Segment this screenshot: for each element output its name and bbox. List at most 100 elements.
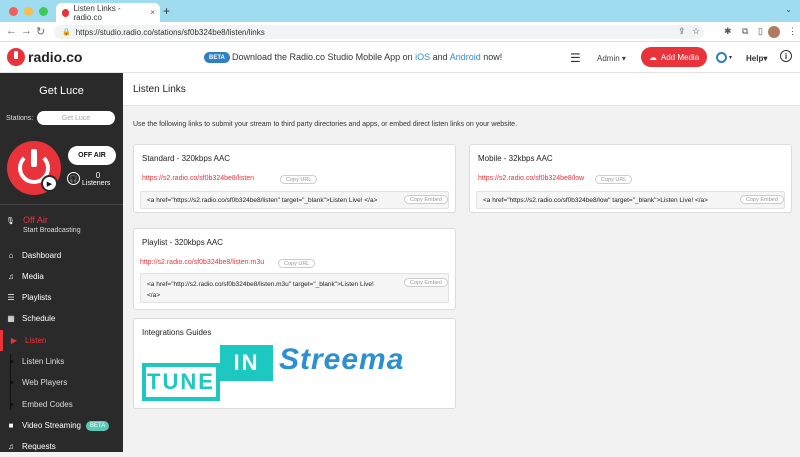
submenu-dot bbox=[0, 403, 22, 406]
copy-embed-button[interactable]: Copy Embed bbox=[404, 195, 448, 204]
reload-icon[interactable]: ↻ bbox=[36, 25, 45, 38]
window-minimize-dot[interactable] bbox=[24, 7, 33, 16]
window-close-dot[interactable] bbox=[9, 7, 18, 16]
sidebar-item-listen[interactable]: ▶ Listen bbox=[0, 330, 123, 351]
power-bar-icon bbox=[31, 149, 37, 167]
sidebar-divider bbox=[0, 204, 123, 205]
radioco-logo[interactable]: radio.co bbox=[7, 48, 82, 66]
tunein-logo[interactable]: TUNE IN bbox=[142, 345, 273, 401]
play-icon: ▶ bbox=[46, 180, 53, 188]
music-note-icon: ♫ bbox=[8, 272, 14, 281]
sidebar-item-media[interactable]: ♫ Media bbox=[0, 266, 123, 287]
copy-embed-button[interactable]: Copy Embed bbox=[404, 278, 448, 287]
address-url: https://studio.radio.co/stations/sf0b324… bbox=[75, 27, 265, 37]
forward-icon[interactable]: → bbox=[21, 25, 32, 37]
admin-dropdown[interactable]: Admin ▾ bbox=[597, 54, 626, 63]
stream-url-link[interactable]: https://s2.radio.co/sf0b324be8/listen bbox=[142, 175, 254, 182]
info-icon[interactable]: i bbox=[780, 50, 792, 62]
bookmark-star-icon[interactable]: ☆ bbox=[692, 26, 700, 37]
broadcast-status[interactable]: 🎙 Off Air Start Broadcasting bbox=[0, 211, 123, 241]
card-title: Mobile - 32kbps AAC bbox=[478, 154, 553, 163]
new-tab-icon[interactable]: + bbox=[163, 4, 170, 18]
calendar-icon: ▦ bbox=[7, 314, 15, 323]
embed-code-box[interactable]: <a href="https://s2.radio.co/sf0b324be8/… bbox=[476, 191, 785, 209]
stations-label: Stations: bbox=[6, 115, 34, 122]
help-dropdown[interactable]: Help▾ bbox=[746, 54, 767, 63]
add-media-label: Add Media bbox=[660, 52, 700, 62]
embed-code-box[interactable]: <a href="http://s2.radio.co/sf0b324be8/l… bbox=[140, 273, 449, 303]
play-button[interactable]: ▶ bbox=[41, 175, 58, 192]
headphones-icon: 🎧 bbox=[67, 172, 80, 185]
sidebar-item-schedule[interactable]: ▦ Schedule bbox=[0, 308, 123, 329]
extensions-icon[interactable]: ✱ bbox=[724, 26, 732, 37]
broadcast-power-icon[interactable] bbox=[716, 52, 727, 63]
music-request-icon: ♫ bbox=[8, 442, 14, 451]
promo-and: and bbox=[432, 52, 448, 62]
sidebar-item-listen-links[interactable]: Listen Links bbox=[0, 351, 123, 372]
submenu-dot bbox=[0, 381, 22, 384]
lock-icon: 🔒 bbox=[62, 29, 71, 36]
copy-url-button[interactable]: Copy URL bbox=[280, 175, 318, 184]
chevron-down-icon[interactable]: ▾ bbox=[729, 54, 732, 61]
card-title: Standard - 320kbps AAC bbox=[142, 154, 231, 163]
stations-select[interactable]: Get Luce bbox=[37, 111, 115, 125]
sidebar-item-label: Listen bbox=[25, 336, 47, 345]
sidebar-item-playlists[interactable]: ☰ Playlists bbox=[0, 287, 123, 308]
sidebar-toggle-icon[interactable]: ▯ bbox=[758, 26, 763, 37]
stream-url-link[interactable]: https://s2.radio.co/sf0b324be8/low bbox=[478, 175, 584, 182]
embed-code: <a href="https://s2.radio.co/sf0b324be8/… bbox=[483, 197, 708, 204]
help-label: Help bbox=[746, 54, 764, 63]
embed-code-box[interactable]: <a href="https://s2.radio.co/sf0b324be8/… bbox=[140, 191, 449, 209]
extension-puzzle-icon[interactable]: ⧉ bbox=[742, 26, 748, 37]
station-name: Get Luce bbox=[39, 85, 84, 97]
promo-ios-link[interactable]: iOS bbox=[415, 52, 430, 62]
embed-code-line: </a> bbox=[147, 292, 161, 299]
browser-toolbar: ← → ↻ 🔒 https://studio.radio.co/stations… bbox=[0, 22, 800, 42]
browser-tabbar: Listen Links - radio.co × + ⌄ bbox=[0, 0, 800, 22]
sidebar-item-label: Video Streaming bbox=[22, 421, 81, 430]
logo-text: radio.co bbox=[28, 49, 83, 65]
status-subtitle: Start Broadcasting bbox=[23, 227, 81, 234]
address-bar[interactable]: 🔒 https://studio.radio.co/stations/sf0b3… bbox=[54, 25, 704, 39]
admin-label: Admin bbox=[597, 54, 620, 63]
card-title: Playlist - 320kbps AAC bbox=[142, 238, 223, 247]
add-media-button[interactable]: ☁ Add Media bbox=[641, 47, 707, 67]
video-camera-icon: ■ bbox=[8, 421, 14, 430]
sidebar-item-label: Listen Links bbox=[22, 357, 65, 366]
share-icon[interactable]: ⇪ bbox=[678, 26, 686, 37]
app-promo-banner: Download the Radio.co Studio Mobile App … bbox=[232, 52, 502, 62]
radioco-logo-icon bbox=[7, 48, 25, 66]
back-icon[interactable]: ← bbox=[6, 25, 17, 37]
tab-list-chevron-icon[interactable]: ⌄ bbox=[785, 5, 792, 14]
intro-text: Use the following links to submit your s… bbox=[133, 121, 518, 128]
browser-tab[interactable]: Listen Links - radio.co × bbox=[56, 3, 160, 22]
window-zoom-dot[interactable] bbox=[39, 7, 48, 16]
off-air-button[interactable]: OFF AIR bbox=[68, 146, 116, 165]
sidebar-item-label: Web Players bbox=[22, 378, 68, 387]
sidebar-item-label: Dashboard bbox=[22, 251, 62, 260]
sidebar-item-web-players[interactable]: Web Players bbox=[0, 372, 123, 393]
profile-avatar[interactable] bbox=[768, 26, 780, 38]
hamburger-menu-icon[interactable]: ☰ bbox=[570, 51, 581, 65]
sidebar-item-dashboard[interactable]: ⌂ Dashboard bbox=[0, 245, 123, 266]
streema-logo[interactable]: Streema bbox=[279, 343, 404, 377]
submenu-dot bbox=[0, 360, 22, 363]
copy-url-button[interactable]: Copy URL bbox=[595, 175, 633, 184]
sidebar-item-label: Media bbox=[22, 272, 44, 281]
stream-url-link[interactable]: http://s2.radio.co/sf0b324be8/listen.m3u bbox=[140, 259, 264, 266]
promo-android-link[interactable]: Android bbox=[450, 52, 481, 62]
tab-close-icon[interactable]: × bbox=[150, 8, 155, 17]
sidebar-item-label: Embed Codes bbox=[22, 400, 73, 409]
sidebar-item-embed-codes[interactable]: Embed Codes bbox=[0, 394, 123, 415]
sidebar-item-label: Schedule bbox=[22, 314, 56, 323]
main-content: Listen Links Use the following links to … bbox=[123, 73, 800, 452]
embed-code-line: <a href="http://s2.radio.co/sf0b324be8/l… bbox=[147, 281, 374, 288]
sidebar-item-requests[interactable]: ♫ Requests bbox=[0, 436, 123, 457]
status-title: Off Air bbox=[23, 215, 48, 225]
copy-embed-button[interactable]: Copy Embed bbox=[740, 195, 784, 204]
embed-code: <a href="https://s2.radio.co/sf0b324be8/… bbox=[147, 197, 378, 204]
list-icon: ☰ bbox=[7, 293, 15, 302]
sidebar-item-video-streaming[interactable]: ■ Video Streaming BETA bbox=[0, 415, 123, 436]
browser-menu-icon[interactable]: ⋮ bbox=[788, 26, 797, 37]
copy-url-button[interactable]: Copy URL bbox=[278, 259, 316, 268]
